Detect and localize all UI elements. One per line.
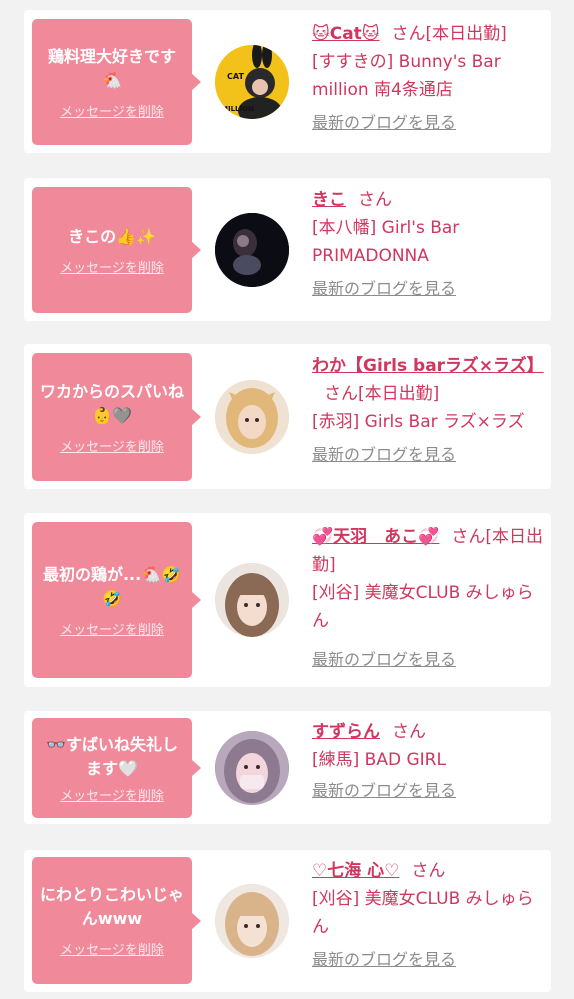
message-bubble: 鶏料理大好きです🐔 メッセージを削除 <box>32 19 201 145</box>
honorific: さん <box>451 527 486 547</box>
avatar[interactable] <box>215 213 289 287</box>
avatar-image <box>215 380 289 454</box>
shop-name: [本八幡] Girl's Bar PRIMADONNA <box>312 218 460 266</box>
honorific: さん <box>358 190 392 210</box>
cast-info: すずらん さん [練馬] BAD GIRL 最新のブログを見る <box>312 718 544 808</box>
cast-name-link[interactable]: わか【Girls barラズ×ラズ】 <box>312 356 544 376</box>
message-text: にわとりこわいじゃんwww <box>40 885 185 928</box>
cast-info: きこ さん [本八幡] Girl's Bar PRIMADONNA 最新のブログを… <box>312 186 544 306</box>
delete-message-link[interactable]: メッセージを削除 <box>60 619 164 638</box>
message-text: きこの👍✨ <box>68 226 156 246</box>
message-bubble: ワカからのスパいね👶🩶 メッセージを削除 <box>32 353 201 481</box>
latest-blog-link[interactable]: 最新のブログを見る <box>312 279 456 298</box>
message-card: にわとりこわいじゃんwww メッセージを削除 ♡七海 心♡ さん [刈谷] 美魔女… <box>24 850 551 992</box>
latest-blog-link[interactable]: 最新のブログを見る <box>312 781 456 800</box>
avatar-cat-text: CAT <box>227 72 244 81</box>
avatar[interactable] <box>215 884 289 958</box>
latest-blog-link[interactable]: 最新のブログを見る <box>312 650 456 669</box>
cast-name-link[interactable]: 💞天羽 あこ💞 <box>312 527 439 547</box>
shop-name: [赤羽] Girls Bar ラズ×ラズ <box>312 412 525 432</box>
cast-info: わか【Girls barラズ×ラズ】さん[本日出勤] [赤羽] Girls Ba… <box>312 352 544 472</box>
status-badge: [本日出勤] <box>425 24 507 44</box>
latest-blog-link[interactable]: 最新のブログを見る <box>312 950 456 969</box>
message-card: 最初の鶏が...🐔🤣🤣 メッセージを削除 💞天羽 あこ💞 さん[本日出勤] [刈谷… <box>24 513 551 687</box>
message-text: 👓すばいね失礼します🤍 <box>46 734 178 778</box>
message-card: ワカからのスパいね👶🩶 メッセージを削除 わか【Girls barラズ×ラズ】さ… <box>24 344 551 489</box>
avatar[interactable] <box>215 563 289 637</box>
cast-info: 💞天羽 あこ💞 さん[本日出勤] [刈谷] 美魔女CLUB みしゅらん 最新のブロ… <box>312 523 544 677</box>
avatar-image <box>215 213 289 287</box>
message-text: 鶏料理大好きです🐔 <box>47 46 176 90</box>
latest-blog-link[interactable]: 最新のブログを見る <box>312 445 456 464</box>
avatar-million-text: MILLION <box>221 105 254 113</box>
avatar-image: CAT MILLION <box>215 45 289 119</box>
honorific: さん <box>411 861 446 881</box>
status-badge: [本日出勤] <box>358 384 440 404</box>
cast-name-link[interactable]: 🐱Cat🐱 <box>312 24 380 44</box>
shop-name: [刈谷] 美魔女CLUB みしゅらん <box>312 889 534 937</box>
delete-message-link[interactable]: メッセージを削除 <box>60 101 164 120</box>
avatar-image <box>215 563 289 637</box>
message-card: 👓すばいね失礼します🤍 メッセージを削除 すずらん さん [練馬] BAD GIR… <box>24 711 551 824</box>
cast-info: ♡七海 心♡ さん [刈谷] 美魔女CLUB みしゅらん 最新のブログを見る <box>312 857 544 977</box>
message-text: ワカからのスパいね👶🩶 <box>40 381 185 425</box>
avatar[interactable] <box>215 731 289 805</box>
cast-name-link[interactable]: すずらん <box>312 722 380 742</box>
latest-blog-link[interactable]: 最新のブログを見る <box>312 113 456 132</box>
message-card: きこの👍✨ メッセージを削除 きこ さん [本八幡] Girl's Bar PRI… <box>24 178 551 321</box>
avatar-image <box>215 731 289 805</box>
cast-info: 🐱Cat🐱 さん[本日出勤] [すすきの] Bunny's Bar million… <box>312 20 544 140</box>
delete-message-link[interactable]: メッセージを削除 <box>60 939 164 958</box>
cast-name-link[interactable]: きこ <box>312 190 346 210</box>
delete-message-link[interactable]: メッセージを削除 <box>60 257 164 276</box>
delete-message-link[interactable]: メッセージを削除 <box>60 436 164 455</box>
message-card: 鶏料理大好きです🐔 メッセージを削除 CAT MILLION 🐱Cat🐱 さん[本… <box>24 10 551 153</box>
shop-name: [刈谷] 美魔女CLUB みしゅらん <box>312 583 534 631</box>
honorific: さん <box>324 384 358 404</box>
avatar[interactable] <box>215 380 289 454</box>
delete-message-link[interactable]: メッセージを削除 <box>60 785 164 804</box>
message-bubble: にわとりこわいじゃんwww メッセージを削除 <box>32 857 201 984</box>
cast-name-link[interactable]: ♡七海 心♡ <box>312 861 399 881</box>
honorific: さん <box>391 24 426 44</box>
shop-name: [すすきの] Bunny's Bar million 南4条通店 <box>312 52 501 100</box>
avatar[interactable]: CAT MILLION <box>215 45 289 119</box>
message-bubble: 👓すばいね失礼します🤍 メッセージを削除 <box>32 718 201 818</box>
shop-name: [練馬] BAD GIRL <box>312 750 446 770</box>
message-text: 最初の鶏が...🐔🤣🤣 <box>42 564 182 608</box>
message-bubble: 最初の鶏が...🐔🤣🤣 メッセージを削除 <box>32 522 201 678</box>
avatar-image <box>215 884 289 958</box>
message-bubble: きこの👍✨ メッセージを削除 <box>32 187 201 313</box>
honorific: さん <box>392 722 426 742</box>
